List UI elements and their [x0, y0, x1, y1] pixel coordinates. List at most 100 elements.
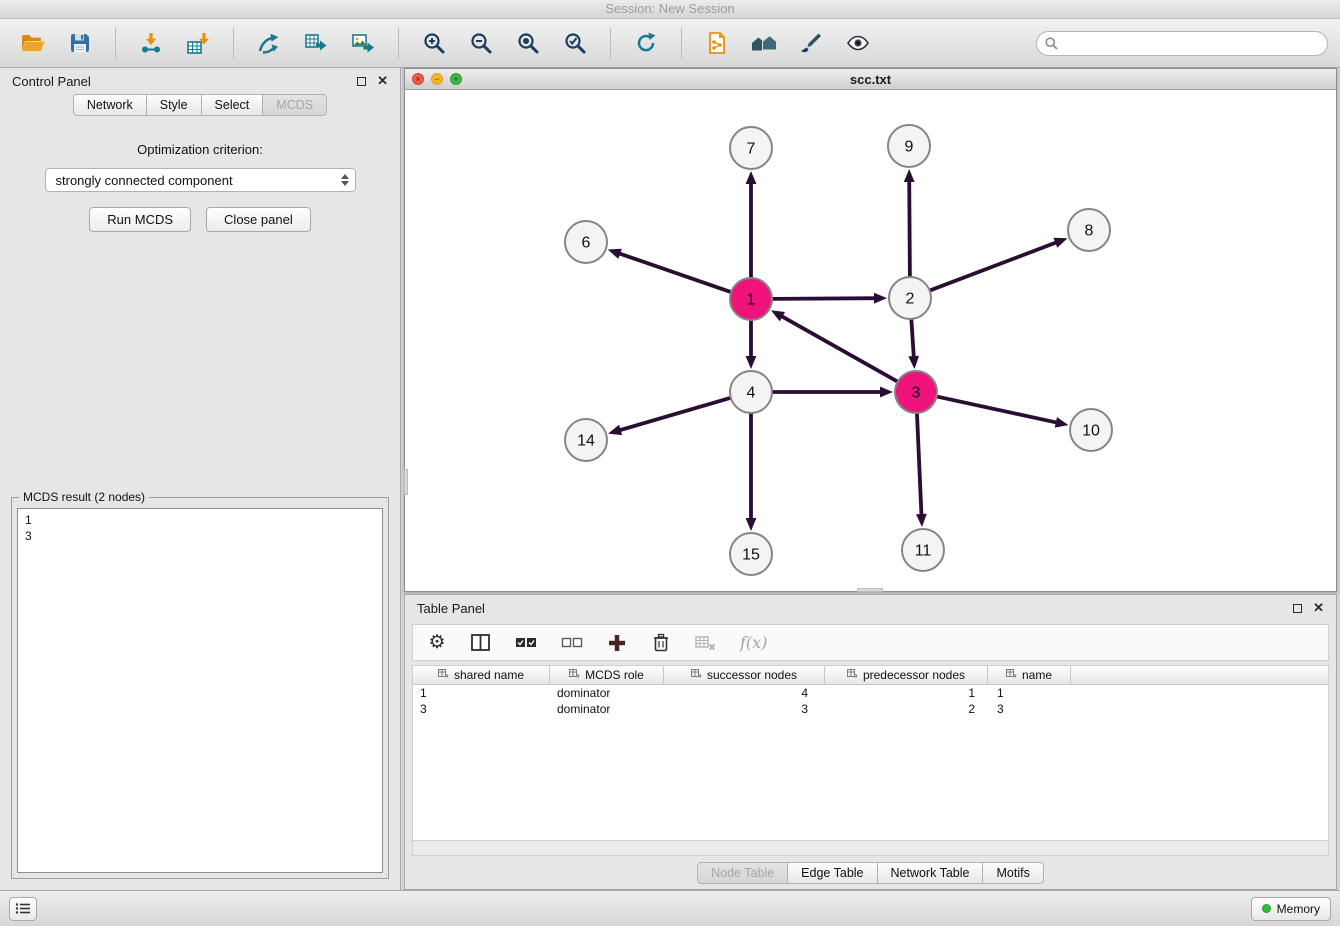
export-table-button[interactable] — [295, 23, 337, 63]
node-label: 8 — [1085, 223, 1094, 240]
zoom-in-button[interactable] — [413, 23, 455, 63]
network-view-window: scc.txt × − + 7968124314101511 — [404, 68, 1337, 592]
window-maximize-button[interactable]: + — [450, 73, 462, 85]
table-cell: dominator — [550, 685, 664, 701]
float-panel-icon[interactable] — [1293, 604, 1302, 613]
delete-column-button[interactable] — [651, 633, 671, 652]
zoom-fit-icon — [515, 30, 541, 56]
table-cell: 2 — [825, 701, 988, 717]
edge-arrowhead — [746, 356, 757, 369]
deselect-all-columns-button[interactable] — [561, 636, 583, 649]
column-header-mcds-role[interactable]: MCDS role — [550, 666, 664, 684]
mcds-result-title: MCDS result (2 nodes) — [19, 490, 149, 504]
table-settings-button[interactable]: ⚙ — [427, 633, 447, 652]
node-label: 6 — [582, 235, 591, 252]
tab-motifs[interactable]: Motifs — [983, 862, 1043, 884]
table-header-row: shared name MCDS role successor nodesprede… — [413, 666, 1328, 685]
table-cell: 3 — [413, 701, 550, 717]
mcds-result-list[interactable]: 13 — [17, 508, 383, 873]
select-all-icon — [515, 636, 537, 649]
task-history-button[interactable] — [9, 897, 37, 921]
table-panel-header: Table Panel ✕ — [405, 595, 1336, 621]
network-canvas[interactable]: 7968124314101511 — [405, 90, 1336, 591]
apply-style-button[interactable] — [790, 23, 832, 63]
network-window-titlebar[interactable]: scc.txt × − + — [405, 69, 1336, 90]
split-view-button[interactable] — [471, 634, 491, 651]
close-panel-button[interactable]: Close panel — [206, 207, 311, 232]
node-label: 1 — [747, 292, 756, 309]
add-column-button[interactable] — [607, 634, 627, 652]
run-mcds-button[interactable]: Run MCDS — [89, 207, 191, 232]
sort-icon — [569, 668, 580, 682]
table-panel-title: Table Panel — [417, 601, 485, 616]
column-header-name[interactable]: name — [988, 666, 1071, 684]
main-toolbar — [0, 19, 1340, 68]
export-image-button[interactable] — [342, 23, 384, 63]
table-row[interactable]: 1dominator411 — [413, 685, 1328, 701]
tab-network[interactable]: Network — [73, 94, 147, 116]
import-network-button[interactable] — [130, 23, 172, 63]
graph-edge-2-9[interactable] — [909, 178, 910, 276]
eye-icon — [845, 30, 871, 56]
table-row[interactable]: 3dominator323 — [413, 701, 1328, 717]
column-header-successor-nodes[interactable]: successor nodes — [664, 666, 825, 684]
search-input[interactable] — [1036, 31, 1328, 56]
network-document-icon — [704, 30, 730, 56]
column-header-predecessor-nodes[interactable]: predecessor nodes — [825, 666, 988, 684]
zoom-selected-button[interactable] — [554, 23, 596, 63]
open-session-button[interactable] — [12, 23, 54, 63]
dropdown-selected-value: strongly connected component — [56, 173, 233, 188]
graph-edge-3-11[interactable] — [917, 414, 922, 518]
float-panel-icon[interactable] — [357, 77, 366, 86]
column-header-shared-name[interactable]: shared name — [413, 666, 550, 684]
tab-style[interactable]: Style — [147, 94, 202, 116]
list-icon — [15, 902, 31, 915]
destroy-table-button[interactable] — [695, 635, 716, 651]
memory-button[interactable]: Memory — [1251, 897, 1331, 921]
open-in-browser-button[interactable] — [696, 23, 738, 63]
tab-node-table[interactable]: Node Table — [697, 862, 788, 884]
graph-edge-3-10[interactable] — [938, 397, 1060, 424]
select-all-columns-button[interactable] — [515, 636, 537, 649]
network-overview-button[interactable] — [743, 23, 785, 63]
graph-edge-3-1[interactable] — [779, 315, 897, 382]
window-close-button[interactable]: × — [412, 73, 424, 85]
close-panel-icon[interactable]: ✕ — [1313, 603, 1324, 613]
graph-edge-2-8[interactable] — [931, 241, 1060, 290]
close-panel-icon[interactable]: ✕ — [377, 76, 388, 86]
save-session-button[interactable] — [59, 23, 101, 63]
table-cell: 1 — [413, 685, 550, 701]
export-image-icon — [350, 30, 376, 56]
zoom-fit-button[interactable] — [507, 23, 549, 63]
graph-edge-1-6[interactable] — [616, 252, 730, 291]
tab-network-table[interactable]: Network Table — [878, 862, 984, 884]
new-network-button[interactable] — [248, 23, 290, 63]
tab-select[interactable]: Select — [202, 94, 264, 116]
control-panel: Control Panel ✕ NetworkStyleSelectMCDS O… — [0, 68, 401, 890]
import-table-button[interactable] — [177, 23, 219, 63]
tab-edge-table[interactable]: Edge Table — [788, 862, 877, 884]
table-cell: 3 — [988, 701, 1071, 717]
show-graphics-button[interactable] — [837, 23, 879, 63]
dropdown-stepper-icon — [341, 174, 349, 186]
table-hscrollbar[interactable] — [412, 841, 1329, 856]
window-minimize-button[interactable]: − — [431, 73, 443, 85]
houses-icon — [750, 30, 778, 56]
column-header-label: MCDS role — [585, 668, 644, 682]
sort-icon — [847, 668, 858, 682]
optimization-criterion-label: Optimization criterion: — [137, 142, 263, 157]
node-label: 2 — [906, 291, 915, 308]
splitter-handle[interactable] — [404, 469, 408, 495]
table-body: 1dominator4113dominator323 — [413, 685, 1328, 717]
graph-edge-1-2[interactable] — [773, 298, 878, 299]
refresh-icon — [633, 30, 659, 56]
refresh-view-button[interactable] — [625, 23, 667, 63]
graph-edge-4-14[interactable] — [617, 398, 730, 431]
mcds-panel: Optimization criterion: strongly connect… — [0, 116, 400, 890]
splitter-handle[interactable] — [857, 588, 883, 592]
graph-edge-2-3[interactable] — [911, 320, 914, 360]
zoom-out-button[interactable] — [460, 23, 502, 63]
optimization-criterion-select[interactable]: strongly connected component — [45, 168, 356, 192]
function-builder-button[interactable]: f(x) — [740, 633, 767, 652]
tab-mcds[interactable]: MCDS — [263, 94, 327, 116]
